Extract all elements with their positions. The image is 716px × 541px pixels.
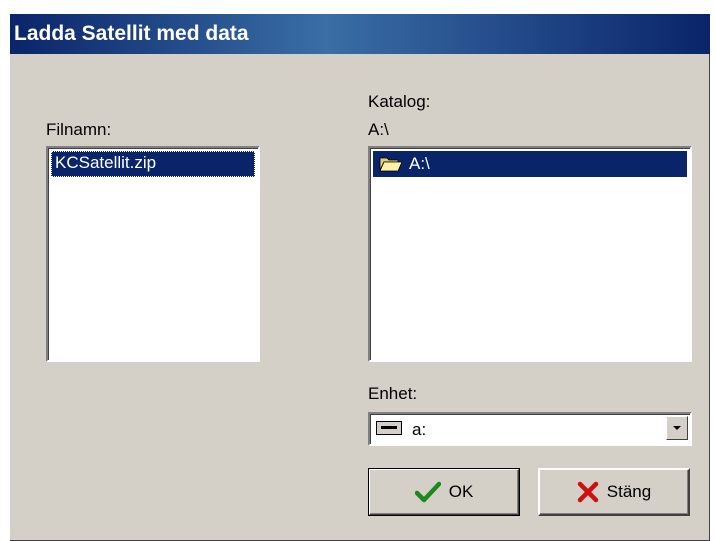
chevron-down-icon <box>673 426 681 430</box>
file-list[interactable]: KCSatellit.zip <box>46 146 260 362</box>
directory-list-item[interactable]: A:\ <box>373 151 687 177</box>
filename-label: Filnamn: <box>46 120 112 139</box>
drive-label: Enhet: <box>368 384 418 403</box>
open-folder-icon <box>379 157 403 172</box>
window-title: Ladda Satellit med data <box>14 22 249 45</box>
close-button[interactable]: Stäng <box>538 468 690 516</box>
x-icon <box>577 481 599 503</box>
ok-button[interactable]: OK <box>368 468 520 516</box>
drive-select-value: a: <box>412 420 427 439</box>
top-strip <box>0 0 716 14</box>
directory-list[interactable]: A:\ <box>368 146 692 362</box>
drive-dropdown-button[interactable] <box>666 416 688 440</box>
checkmark-icon <box>414 481 441 503</box>
close-button-label: Stäng <box>606 482 652 501</box>
directory-label: Katalog: <box>368 92 431 111</box>
drive-select[interactable]: a: <box>368 412 692 446</box>
load-satellite-dialog: Ladda Satellit med data Filnamn: KCSatel… <box>10 14 710 541</box>
floppy-drive-icon <box>376 421 402 435</box>
ok-button-label: OK <box>448 482 474 501</box>
title-bar[interactable]: Ladda Satellit med data <box>10 14 710 54</box>
file-list-item[interactable]: KCSatellit.zip <box>51 151 255 177</box>
current-path: A:\ <box>368 120 389 139</box>
directory-item-label: A:\ <box>409 154 430 173</box>
